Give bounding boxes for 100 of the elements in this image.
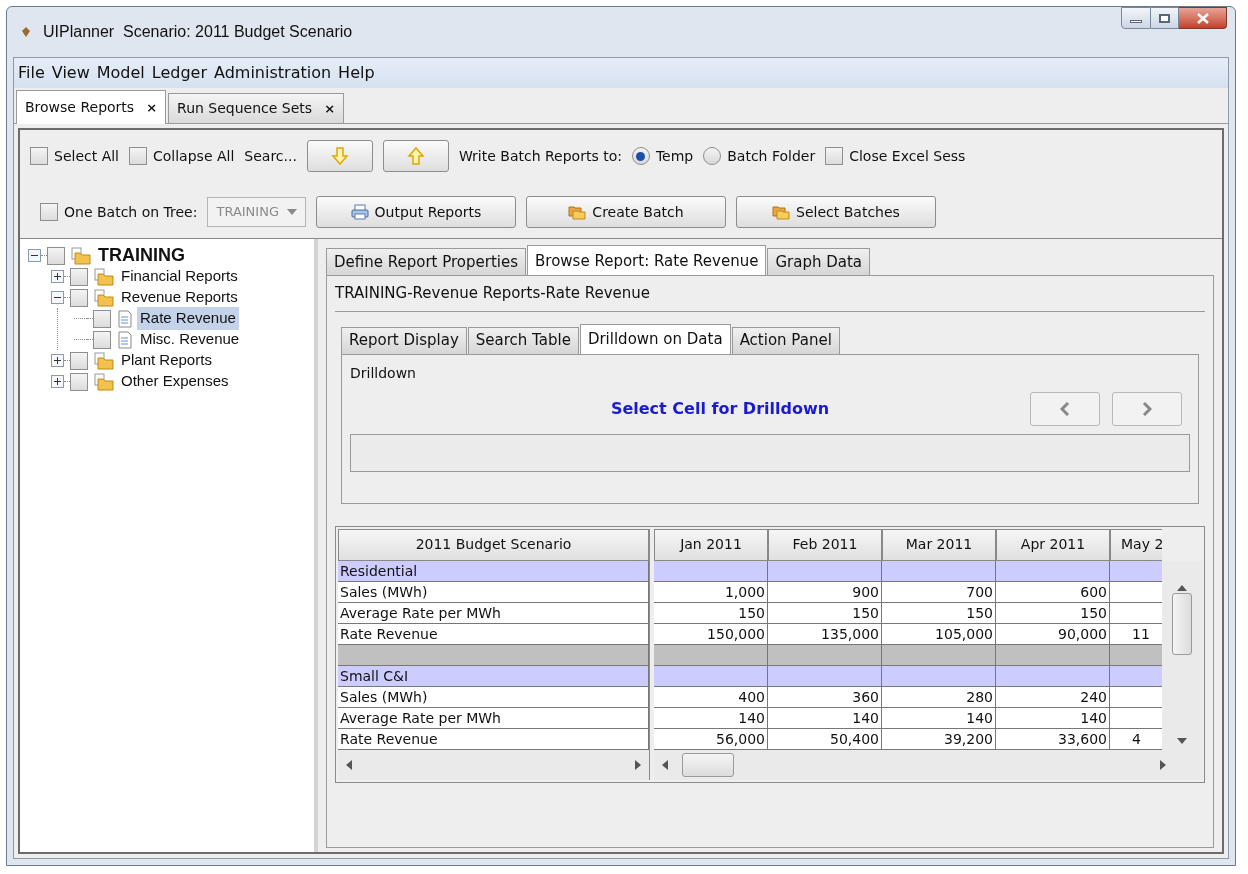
move-down-button[interactable] bbox=[306, 140, 373, 172]
scrollbar-thumb[interactable] bbox=[1172, 593, 1192, 655]
expand-icon[interactable] bbox=[51, 354, 64, 367]
scroll-up-icon bbox=[1177, 584, 1187, 591]
scroll-left-icon bbox=[662, 759, 668, 770]
table-cell: 50,400 bbox=[768, 728, 882, 750]
menu-item[interactable]: Help bbox=[338, 61, 375, 85]
table-cell: 140 bbox=[996, 707, 1110, 729]
tab[interactable]: Run Sequence Sets × bbox=[168, 93, 345, 123]
table-cell: 39,200 bbox=[882, 728, 996, 750]
table-cell: 400 bbox=[654, 686, 768, 708]
group-title: Drilldown bbox=[350, 363, 417, 383]
close-button[interactable] bbox=[1179, 7, 1227, 29]
expand-icon[interactable] bbox=[51, 375, 64, 388]
toolbar-button[interactable]: Output Reports bbox=[315, 196, 516, 228]
tab[interactable]: Graph Data bbox=[767, 248, 871, 275]
table-cell bbox=[1110, 560, 1162, 582]
checkbox[interactable] bbox=[93, 309, 111, 328]
collapse-icon[interactable] bbox=[28, 249, 41, 262]
row-header-cell: Small C&I bbox=[338, 665, 649, 687]
table-cell: 33,600 bbox=[996, 728, 1110, 750]
tab[interactable]: Browse Report: Rate Revenue bbox=[527, 245, 767, 276]
vertical-scrollbar[interactable] bbox=[1162, 560, 1202, 750]
table-cell bbox=[1110, 707, 1162, 729]
column-header: Mar 2011 bbox=[882, 528, 996, 561]
table-cell bbox=[1110, 665, 1162, 687]
close-icon bbox=[1196, 12, 1209, 24]
scroll-right-icon bbox=[635, 759, 641, 770]
arrow-up-icon bbox=[406, 146, 425, 166]
previous-button[interactable] bbox=[1030, 391, 1100, 426]
tab[interactable]: Browse Reports × bbox=[16, 90, 167, 124]
menu-item[interactable]: File bbox=[18, 61, 45, 85]
checkbox[interactable] bbox=[93, 330, 111, 349]
menu-item[interactable]: Administration bbox=[214, 61, 332, 85]
table-cell: 150 bbox=[768, 602, 882, 624]
folder-icon bbox=[94, 372, 114, 391]
tree-item[interactable]: Rate Revenue bbox=[137, 307, 239, 330]
toolbar-button[interactable]: Select Batches bbox=[735, 196, 936, 228]
menu-item[interactable]: Ledger bbox=[151, 61, 207, 85]
table-cell: 140 bbox=[882, 707, 996, 729]
table-cell: 140 bbox=[654, 707, 768, 729]
collapse-icon[interactable] bbox=[51, 291, 64, 304]
checkbox[interactable] bbox=[47, 246, 65, 265]
tab-label: Run Sequence Sets bbox=[177, 99, 313, 118]
move-up-button[interactable] bbox=[382, 140, 449, 172]
checkbox[interactable] bbox=[129, 147, 147, 165]
column-header: Feb 2011 bbox=[768, 528, 882, 561]
tab[interactable]: Report Display bbox=[341, 326, 467, 354]
table-cell: 4 bbox=[1110, 728, 1162, 750]
checkbox-label: One Batch on Tree: bbox=[64, 202, 198, 222]
minimize-button[interactable] bbox=[1121, 7, 1151, 29]
radio-label: Temp bbox=[655, 146, 694, 166]
tab[interactable]: Define Report Properties bbox=[326, 248, 527, 275]
table-cell: 1,000 bbox=[654, 581, 768, 603]
checkbox[interactable] bbox=[825, 147, 844, 165]
breadcrumb: TRAINING-Revenue Reports-Rate Revenue bbox=[335, 283, 652, 304]
checkbox[interactable] bbox=[70, 351, 88, 370]
table-cell: 135,000 bbox=[768, 623, 882, 645]
tab[interactable]: Action Panel bbox=[731, 326, 840, 354]
row-header-cell: Average Rate per MWh bbox=[338, 602, 649, 624]
checkbox[interactable] bbox=[70, 267, 88, 286]
next-button[interactable] bbox=[1112, 391, 1182, 426]
checkbox[interactable] bbox=[40, 203, 58, 221]
checkbox-label: Close Excel Sess bbox=[849, 146, 966, 166]
menu-item[interactable]: View bbox=[51, 61, 90, 85]
tab-close[interactable]: × bbox=[324, 98, 336, 119]
horizontal-scrollbar[interactable] bbox=[654, 749, 1202, 780]
checkbox[interactable] bbox=[70, 372, 88, 391]
checkbox[interactable] bbox=[30, 147, 48, 165]
drilldown-message: Select Cell for Drilldown bbox=[609, 397, 831, 420]
row-header-cell: Sales (MWh) bbox=[338, 686, 649, 708]
table-cell: 900 bbox=[768, 581, 882, 603]
folder-icon bbox=[94, 288, 114, 307]
tree-item[interactable]: Plant Reports bbox=[118, 349, 215, 372]
tree-item[interactable]: Other Expenses bbox=[118, 370, 232, 393]
column-header: May 2 bbox=[1110, 528, 1162, 561]
horizontal-scrollbar[interactable] bbox=[338, 749, 649, 780]
column-header: 2011 Budget Scenario bbox=[338, 528, 649, 561]
radio-label: Batch Folder bbox=[727, 146, 816, 166]
app-icon bbox=[21, 26, 31, 38]
maximize-button[interactable] bbox=[1151, 7, 1179, 29]
tree-item[interactable]: Misc. Revenue bbox=[137, 328, 243, 351]
tab-close[interactable]: × bbox=[146, 97, 158, 118]
menu-item[interactable]: Model bbox=[96, 61, 145, 85]
scrollbar-thumb[interactable] bbox=[682, 752, 734, 777]
row-header-cell: Average Rate per MWh bbox=[338, 707, 649, 729]
table-cell bbox=[1110, 581, 1162, 603]
checkbox[interactable] bbox=[70, 288, 88, 307]
tab[interactable]: Search Table bbox=[467, 326, 579, 354]
radio-button[interactable] bbox=[703, 147, 722, 165]
expand-icon[interactable] bbox=[51, 270, 64, 283]
folder-icon bbox=[71, 246, 91, 265]
tab[interactable]: Drilldown on Data bbox=[579, 323, 731, 355]
folder-icon bbox=[94, 351, 114, 370]
table-cell bbox=[1110, 602, 1162, 624]
toolbar-button[interactable]: Create Batch bbox=[525, 196, 726, 228]
tree-item[interactable]: Revenue Reports bbox=[118, 286, 241, 309]
radio-button[interactable] bbox=[631, 147, 650, 165]
table-cell bbox=[1110, 686, 1162, 708]
scroll-left-icon bbox=[346, 759, 352, 770]
